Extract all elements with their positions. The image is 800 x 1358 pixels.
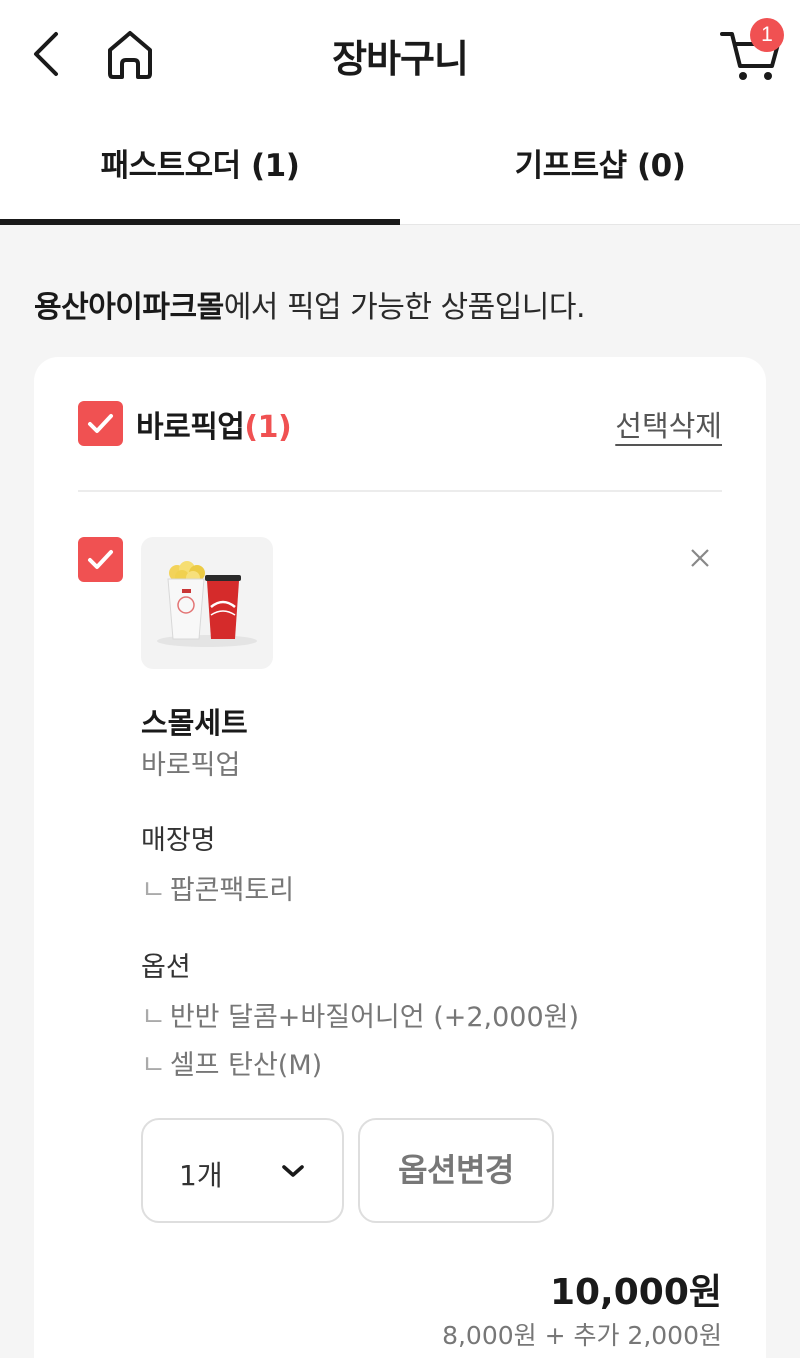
quantity-select[interactable]: 1개 bbox=[141, 1118, 344, 1223]
indent-marker: ㄴ bbox=[141, 1050, 166, 1081]
page-title: 장바구니 bbox=[332, 37, 469, 81]
item-total-price: 10,000원 bbox=[549, 1272, 722, 1313]
product-name: 스몰세트 bbox=[141, 706, 248, 740]
popcorn-and-soda-image bbox=[157, 561, 257, 647]
option-item: ㄴ 반반 달콤+바질어니언 (+2,000원) bbox=[141, 995, 579, 1034]
cart-count-badge: 1 bbox=[750, 18, 784, 52]
app-header: 장바구니 1 bbox=[0, 0, 800, 110]
quantity-value: 1개 bbox=[179, 1159, 223, 1192]
group-select-checkbox[interactable] bbox=[78, 401, 123, 446]
change-option-button[interactable]: 옵션변경 bbox=[358, 1118, 554, 1223]
item-select-checkbox[interactable] bbox=[78, 537, 123, 582]
tab-gift-shop[interactable]: 기프트샵 (0) bbox=[400, 110, 800, 225]
pickup-store-name: 용산아이파크몰 bbox=[34, 290, 224, 325]
active-tab-indicator bbox=[0, 219, 400, 225]
group-title: 바로픽업 bbox=[136, 410, 245, 445]
divider bbox=[78, 490, 722, 492]
check-icon bbox=[88, 414, 113, 433]
option-text: 셀프 탄산(M) bbox=[169, 1050, 323, 1081]
option-item: ㄴ 셀프 탄산(M) bbox=[141, 1043, 322, 1082]
pickup-notice-text: 에서 픽업 가능한 상품입니다. bbox=[223, 290, 586, 325]
pickup-notice: 용산아이파크몰에서 픽업 가능한 상품입니다. bbox=[34, 282, 586, 326]
option-text: 반반 달콤+바질어니언 (+2,000원) bbox=[169, 1002, 580, 1033]
indent-marker: ㄴ bbox=[141, 1002, 166, 1033]
store-name-item: ㄴ 팝콘팩토리 bbox=[141, 868, 294, 907]
group-count: (1) bbox=[244, 410, 292, 445]
option-section-label: 옵션 bbox=[141, 952, 191, 983]
product-type: 바로픽업 bbox=[141, 750, 241, 781]
tab-fast-order[interactable]: 패스트오더 (1) bbox=[0, 110, 400, 225]
indent-marker: ㄴ bbox=[141, 875, 166, 906]
delete-selected-link[interactable]: 선택삭제 bbox=[615, 403, 722, 445]
check-icon bbox=[88, 550, 113, 569]
tab-bar: 패스트오더 (1) 기프트샵 (0) bbox=[0, 110, 800, 225]
price-breakdown: 8,000원 + 추가 2,000원 bbox=[442, 1321, 722, 1350]
close-icon[interactable] bbox=[683, 541, 717, 575]
store-section-label: 매장명 bbox=[141, 825, 216, 856]
store-name: 팝콘팩토리 bbox=[169, 875, 295, 906]
product-thumbnail bbox=[141, 537, 273, 669]
group-label: 바로픽업(1) bbox=[136, 402, 292, 446]
chevron-down-icon bbox=[282, 1165, 304, 1177]
